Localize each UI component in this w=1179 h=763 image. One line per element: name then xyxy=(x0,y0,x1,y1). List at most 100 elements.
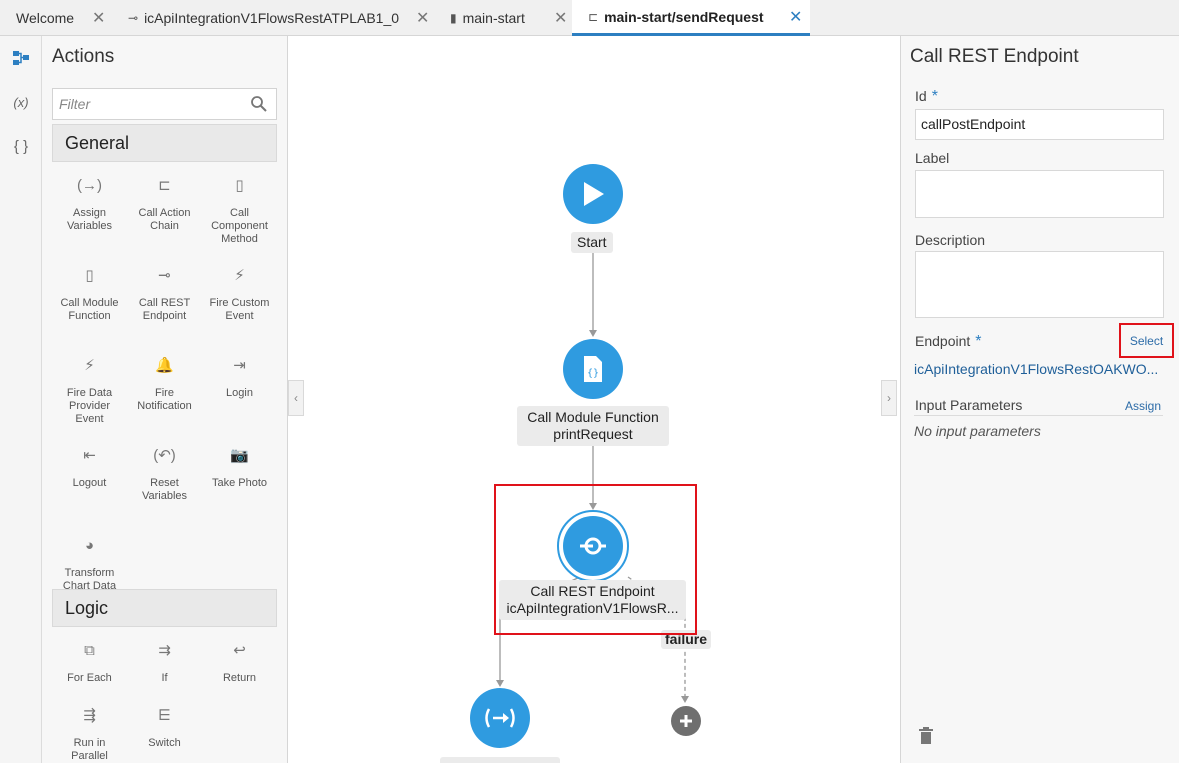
general-section-header[interactable]: General xyxy=(52,124,277,162)
description-label: Description xyxy=(915,232,986,248)
flow-diagram-icon xyxy=(13,51,29,65)
filter-field[interactable] xyxy=(52,88,277,120)
select-endpoint-link[interactable]: Select xyxy=(1119,323,1174,358)
connector-arrowhead xyxy=(681,696,689,703)
logout-icon: ⇤ xyxy=(83,447,96,464)
login-icon: ⇥ xyxy=(233,357,246,374)
description-textarea[interactable] xyxy=(915,251,1164,318)
switch-icon: ⋿ xyxy=(157,707,172,724)
palette-item-label: Reset Variables xyxy=(141,477,188,502)
return-icon: ↩ xyxy=(233,642,246,659)
close-icon[interactable]: ✕ xyxy=(789,7,802,27)
action-chain-icon: ⊏ xyxy=(588,9,599,24)
palette-item-if[interactable]: ⇉ If xyxy=(127,642,202,685)
close-icon[interactable]: ✕ xyxy=(92,8,105,28)
palette-item-label: Call Action Chain xyxy=(138,207,191,232)
camera-icon: 📷 xyxy=(230,447,249,464)
next-node-label-stub xyxy=(440,757,560,763)
assign-variables-node[interactable] xyxy=(470,688,530,748)
palette-item-fire-data-provider-event[interactable]: ⚡ Fire Data Provider Event xyxy=(52,358,127,426)
palette-item-camera[interactable]: 📷 Take Photo xyxy=(202,447,277,490)
palette-item-call-rest-endpoint[interactable]: ⊸ Call REST Endpoint xyxy=(127,268,202,323)
close-icon[interactable]: ✕ xyxy=(416,8,429,28)
palette-item-reset-variables[interactable]: (↶) Reset Variables xyxy=(127,448,202,503)
palette-item-call-component-method[interactable]: ▯ Call Component Method xyxy=(202,177,277,246)
node-name-label: printRequest xyxy=(553,426,633,442)
label-input[interactable] xyxy=(915,170,1164,218)
endpoint-value-link[interactable]: icApiIntegrationV1FlowsRestOAKWO... xyxy=(914,361,1164,377)
palette-item-call-module-function[interactable]: ▯ Call Module Function xyxy=(52,268,127,323)
tab-main-start[interactable]: ▮ main-start ✕ xyxy=(438,0,572,36)
flow-connectors xyxy=(496,252,689,703)
assign-parameters-link[interactable]: Assign xyxy=(1125,399,1161,413)
assign-variables-icon: (→) xyxy=(77,177,102,194)
tab-label: icApiIntegrationV1FlowsRestATPLAB1_0 xyxy=(144,10,400,26)
close-icon[interactable]: ✕ xyxy=(554,8,567,28)
tab-integration[interactable]: ⊸ icApiIntegrationV1FlowsRestATPLAB1_0 ✕ xyxy=(118,0,438,36)
palette-item-label: Assign Variables xyxy=(66,207,113,232)
tab-send-request[interactable]: ⊏ main-start/sendRequest ✕ xyxy=(572,0,810,36)
tab-label: main-start/sendRequest xyxy=(604,8,764,25)
fire-custom-event-icon: ⚡ xyxy=(234,267,245,284)
palette-item-label: Call Component Method xyxy=(211,207,268,245)
tab-label: main-start xyxy=(462,10,525,26)
input-parameters-label: Input Parameters xyxy=(915,397,1023,413)
trash-icon[interactable] xyxy=(918,727,934,745)
filter-input[interactable] xyxy=(53,89,238,119)
page-icon: ▮ xyxy=(450,11,457,25)
collapse-left-handle[interactable]: ‹ xyxy=(288,380,304,416)
palette-item-run-in-parallel[interactable]: ⇶ Run in Parallel xyxy=(52,708,127,763)
flow-diagram-icon[interactable] xyxy=(0,38,42,78)
variables-button[interactable]: (x) xyxy=(0,82,42,122)
id-label: Id * xyxy=(915,88,938,106)
palette-item-call-action-chain[interactable]: ⊏ Call Action Chain xyxy=(127,178,202,233)
divider xyxy=(914,415,1163,416)
palette-item-bell[interactable]: 🔔 Fire Notification xyxy=(127,358,202,413)
palette-item-label: Fire Custom Event xyxy=(209,297,270,322)
left-rail: (x) { } xyxy=(0,36,42,763)
actions-panel: Actions General (→) Assign Variables ⊏ Call… xyxy=(42,36,288,763)
palette-item-logout[interactable]: ⇤ Logout xyxy=(52,447,127,490)
required-marker: * xyxy=(975,333,982,350)
collapse-right-handle[interactable]: › xyxy=(881,380,897,416)
palette-item-label: Take Photo xyxy=(211,477,268,489)
palette-item-label: Login xyxy=(226,387,253,399)
connector-arrowhead xyxy=(589,330,597,337)
tab-welcome[interactable]: Welcome ✕ xyxy=(0,0,118,36)
palette-item-label: Call REST Endpoint xyxy=(138,297,191,322)
module-file-icon: {} xyxy=(584,356,602,382)
add-action-button[interactable] xyxy=(671,706,701,736)
start-node[interactable] xyxy=(563,164,623,224)
palette-item-label: Call Module Function xyxy=(60,297,119,322)
palette-item-fire-custom-event[interactable]: ⚡ Fire Custom Event xyxy=(202,267,277,323)
actions-title: Actions xyxy=(52,46,115,67)
search-icon[interactable] xyxy=(250,95,268,113)
properties-title: Call REST Endpoint xyxy=(910,46,1079,67)
call-module-function-node[interactable]: {} xyxy=(563,339,623,399)
label-label: Label xyxy=(915,150,950,166)
if-icon: ⇉ xyxy=(158,642,171,659)
palette-item-login[interactable]: ⇥ Login xyxy=(202,357,277,400)
palette-item-label: If xyxy=(161,672,168,684)
palette-item-assign-variables[interactable]: (→) Assign Variables xyxy=(52,177,127,233)
id-input[interactable]: callPostEndpoint xyxy=(915,109,1164,140)
id-label-text: Id xyxy=(915,88,927,104)
palette-item-label: Logout xyxy=(72,477,107,489)
start-node-label: Start xyxy=(571,232,613,253)
palette-item-for-each[interactable]: ⧉ For Each xyxy=(52,642,127,685)
no-input-parameters-text: No input parameters xyxy=(914,423,1041,439)
palette-item-pie-chart[interactable]: ◕ Transform Chart Data xyxy=(52,537,127,593)
palette-item-return[interactable]: ↩ Return xyxy=(202,642,277,685)
node-type-label: Call Module Function xyxy=(527,409,659,425)
flow-canvas[interactable]: ‹ › Start {} Call Module Function printR… xyxy=(288,36,900,763)
rest-endpoint-icon: ⊸ xyxy=(128,11,139,25)
for-each-icon: ⧉ xyxy=(84,642,95,659)
call-module-function-label: Call Module Function printRequest xyxy=(517,406,669,446)
plus-icon xyxy=(680,715,692,727)
json-button[interactable]: { } xyxy=(0,126,42,166)
pie-chart-icon: ◕ xyxy=(84,537,95,554)
call-component-method-icon: ▯ xyxy=(235,177,244,194)
tab-label: Welcome xyxy=(16,10,75,26)
logic-section-header[interactable]: Logic xyxy=(52,589,277,627)
palette-item-switch[interactable]: ⋿ Switch xyxy=(127,707,202,750)
